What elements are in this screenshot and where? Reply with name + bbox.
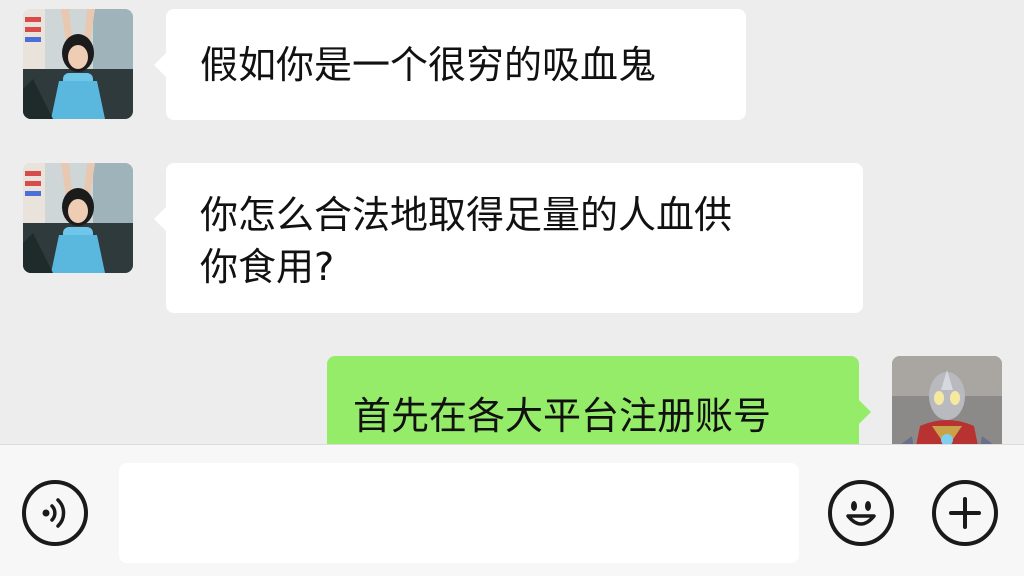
more-options-button[interactable] xyxy=(932,480,998,546)
emoji-button[interactable] xyxy=(828,480,894,546)
message-text: 首先在各大平台注册账号 xyxy=(353,394,772,438)
incoming-message-bubble[interactable]: 你怎么合法地取得足量的人血供 你食用? xyxy=(154,163,863,313)
message-text: 假如你是一个很穷的吸血鬼 xyxy=(200,43,657,87)
chat-screen: 假如你是一个很穷的吸血鬼 你怎么合法地取得足量的人血供 你食用? 首先在各大平台… xyxy=(0,0,1024,576)
message-list[interactable]: 假如你是一个很穷的吸血鬼 你怎么合法地取得足量的人血供 你食用? 首先在各大平台… xyxy=(0,0,1024,444)
sender-avatar[interactable] xyxy=(23,9,133,119)
outgoing-message-bubble[interactable]: 首先在各大平台注册账号 xyxy=(327,356,871,444)
emoji-icon xyxy=(846,501,876,526)
incoming-message-bubble[interactable]: 假如你是一个很穷的吸血鬼 xyxy=(154,9,746,120)
input-bar xyxy=(0,444,1024,576)
sender-avatar[interactable] xyxy=(23,163,133,273)
message-text: 你怎么合法地取得足量的人血供 你食用? xyxy=(200,193,733,289)
self-avatar[interactable] xyxy=(892,356,1002,444)
ultraman-avatar-icon xyxy=(892,356,1002,444)
voice-button[interactable] xyxy=(22,480,88,546)
girl-photo-avatar-icon xyxy=(23,163,133,273)
plus-icon xyxy=(949,497,981,529)
voice-icon xyxy=(42,498,66,528)
message-input[interactable] xyxy=(119,463,799,563)
girl-photo-avatar-icon xyxy=(23,9,133,119)
